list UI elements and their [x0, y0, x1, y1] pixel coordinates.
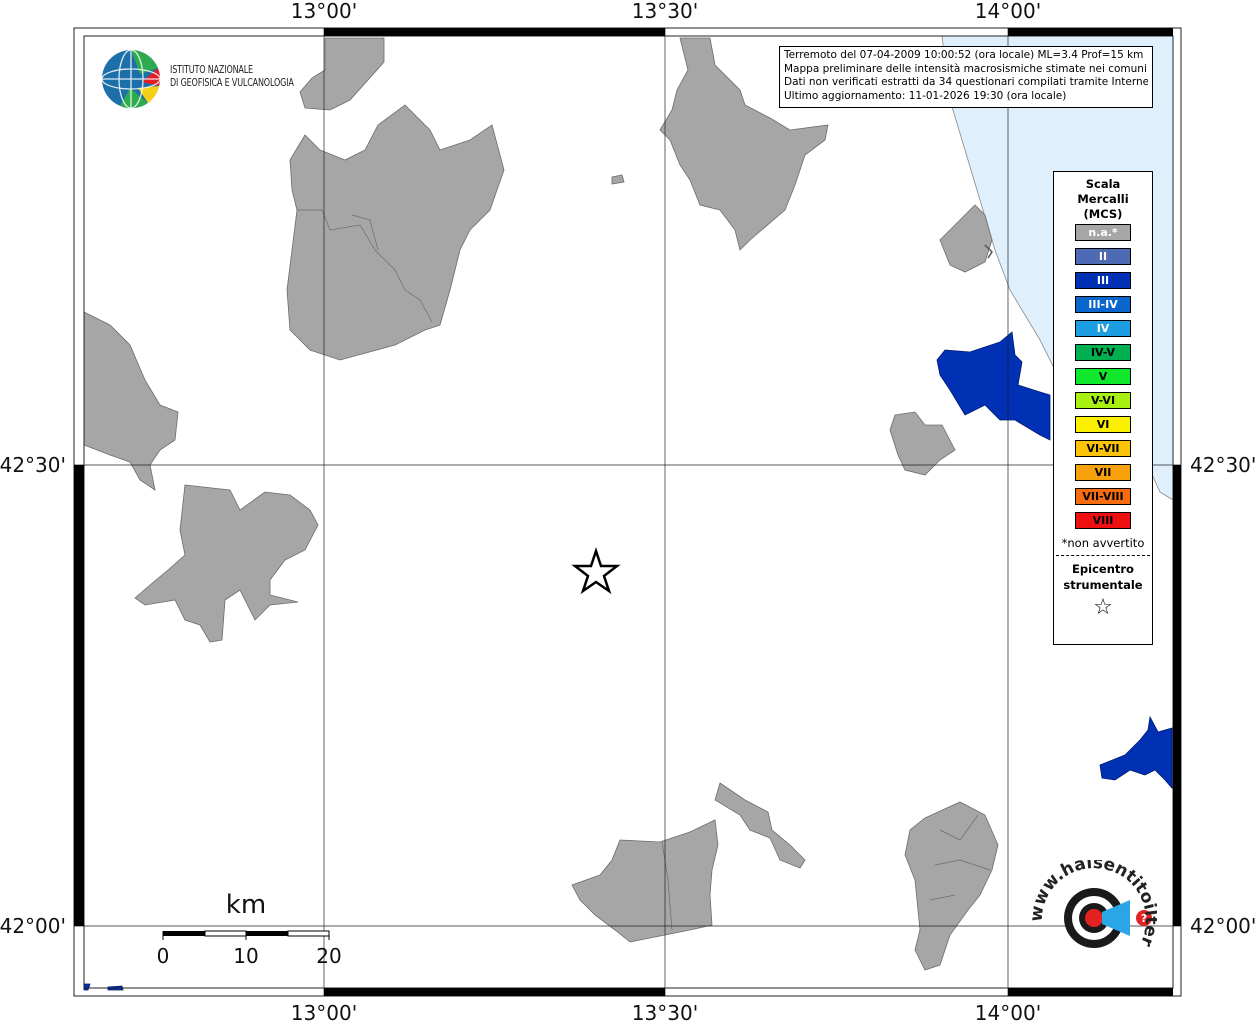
ingv-name-line: ISTITUTO NAZIONALE	[170, 64, 253, 76]
legend-item: V-VI	[1075, 392, 1131, 409]
legend-item: n.a.*	[1075, 224, 1131, 241]
lon-label-top: 14°00'	[975, 0, 1041, 23]
legend-title-line: (MCS)	[1083, 207, 1123, 221]
star-outline-icon: ☆	[1093, 595, 1113, 620]
scale-bar: km 0 10 20	[157, 890, 342, 968]
info-line: Dati non verificati estratti da 34 quest…	[784, 76, 1148, 88]
legend-epicenter-label: Epicentro strumentale	[1054, 561, 1152, 593]
land-area	[611, 174, 625, 185]
legend-note: *non avvertito	[1061, 536, 1145, 550]
lon-label-top: 13°00'	[291, 0, 357, 23]
legend-item: V	[1075, 368, 1131, 385]
land-area	[571, 819, 719, 943]
legend-item: VI	[1075, 416, 1131, 433]
legend-title: Scala Mercalli (MCS)	[1054, 177, 1152, 222]
legend-item: II	[1075, 248, 1131, 265]
scale-bar-tick: 10	[233, 944, 258, 968]
intensity-area-iii	[936, 331, 1051, 441]
ingv-logo: ISTITUTO NAZIONALE DI GEOFISICA E VULCAN…	[100, 48, 315, 110]
legend-item: VII-VIII	[1075, 488, 1131, 505]
land-area	[939, 204, 993, 273]
info-line: Ultimo aggiornamento: 11-01-2026 19:30 (…	[784, 89, 1067, 102]
info-line: Terremoto del 07-04-2009 10:00:52 (ora l…	[784, 49, 1144, 61]
haisentito-logo: ? www.haisentitoilterremoto.it	[1023, 845, 1161, 975]
legend-items: n.a.* II III III-IV IV IV-V V V-VI VI VI-VII VII VI…	[1054, 224, 1152, 529]
legend-item: VI-VII	[1075, 440, 1131, 457]
legend-item: VII	[1075, 464, 1131, 481]
scale-bar-tick: 0	[157, 944, 170, 968]
ingv-name-line: DI GEOFISICA E VULCANOLOGIA	[170, 77, 294, 89]
intensity-area-iii	[83, 983, 91, 991]
ingv-name: ISTITUTO NAZIONALE DI GEOFISICA E VULCAN…	[170, 64, 294, 90]
earthquake-info-box: Terremoto del 07-04-2009 10:00:52 (ora l…	[779, 46, 1153, 108]
epicenter-star-icon	[571, 547, 621, 595]
land-area	[714, 782, 806, 869]
legend-title-line: Scala	[1085, 177, 1121, 191]
scale-bar-tick: 20	[316, 944, 341, 968]
legend-item: III-IV	[1075, 296, 1131, 313]
legend-item: VIII	[1075, 512, 1131, 529]
legend-title-line: Mercalli	[1077, 192, 1129, 206]
legend-item: III	[1075, 272, 1131, 289]
legend-epicenter-line: strumentale	[1063, 578, 1143, 592]
lon-label-bottom: 14°00'	[975, 1001, 1041, 1024]
legend-epicenter-line: Epicentro	[1072, 562, 1134, 576]
land-areas	[83, 37, 999, 971]
lat-label-right: 42°00'	[1190, 914, 1255, 938]
land-area	[904, 801, 999, 971]
legend-item: IV-V	[1075, 344, 1131, 361]
land-area	[83, 311, 179, 491]
lat-label-left: 42°30'	[0, 453, 66, 477]
scale-bar-unit: km	[226, 890, 266, 920]
lon-label-top: 13°30'	[632, 0, 698, 23]
intensity-area-iii	[1099, 715, 1173, 790]
land-area	[134, 484, 319, 643]
legend-separator	[1056, 555, 1150, 556]
land-area	[286, 104, 505, 361]
land-area	[889, 411, 956, 476]
haisentito-logo-icon: ? www.haisentitoilterremoto.it	[1023, 845, 1161, 950]
ingv-globe-icon	[101, 49, 161, 109]
lat-label-left: 42°00'	[0, 914, 66, 938]
legend-item: IV	[1075, 320, 1131, 337]
info-line: Mappa preliminare delle intensità macros…	[784, 62, 1147, 75]
intensity-legend: Scala Mercalli (MCS) n.a.* II III III-IV IV I…	[1053, 171, 1153, 645]
lon-label-bottom: 13°00'	[291, 1001, 357, 1024]
lat-label-right: 42°30'	[1190, 453, 1255, 477]
lon-label-bottom: 13°30'	[632, 1001, 698, 1024]
